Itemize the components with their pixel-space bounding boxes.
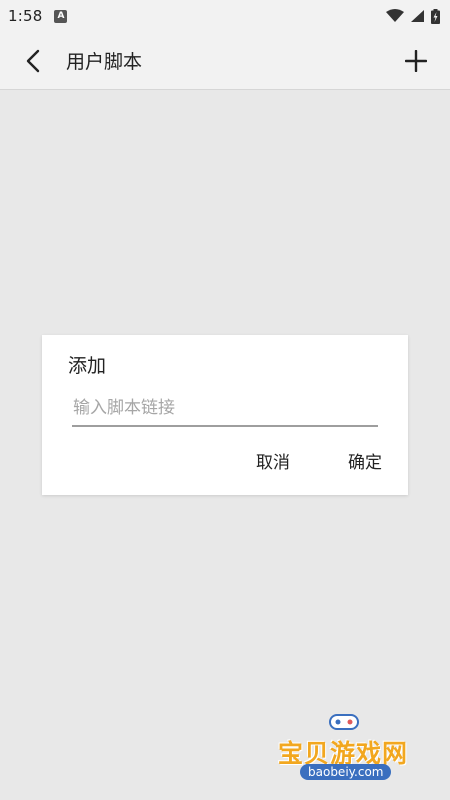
add-button[interactable] <box>388 32 444 90</box>
status-time: 1:58 <box>8 7 43 25</box>
plus-icon <box>405 49 427 72</box>
script-url-input[interactable] <box>72 393 378 427</box>
confirm-button[interactable]: 确定 <box>344 442 386 479</box>
back-button[interactable] <box>6 32 62 90</box>
dialog-actions: 取消 确定 <box>252 442 386 479</box>
wifi-icon <box>386 9 404 22</box>
notification-icon: A <box>54 9 68 23</box>
back-arrow-icon <box>26 49 40 72</box>
status-icons <box>386 8 440 24</box>
signal-icon <box>411 10 424 22</box>
cancel-button[interactable]: 取消 <box>252 442 294 479</box>
battery-icon <box>431 8 440 24</box>
status-bar: 1:58 A <box>0 0 450 32</box>
page-title: 用户脚本 <box>66 51 143 73</box>
dialog-title: 添加 <box>68 355 107 377</box>
add-script-dialog: 添加 取消 确定 <box>42 335 408 495</box>
app-bar: 用户脚本 <box>0 32 450 90</box>
watermark: 宝贝游戏网 baobeiy.com <box>270 712 420 792</box>
gamepad-icon <box>329 714 359 730</box>
watermark-url: baobeiy.com <box>300 764 392 780</box>
